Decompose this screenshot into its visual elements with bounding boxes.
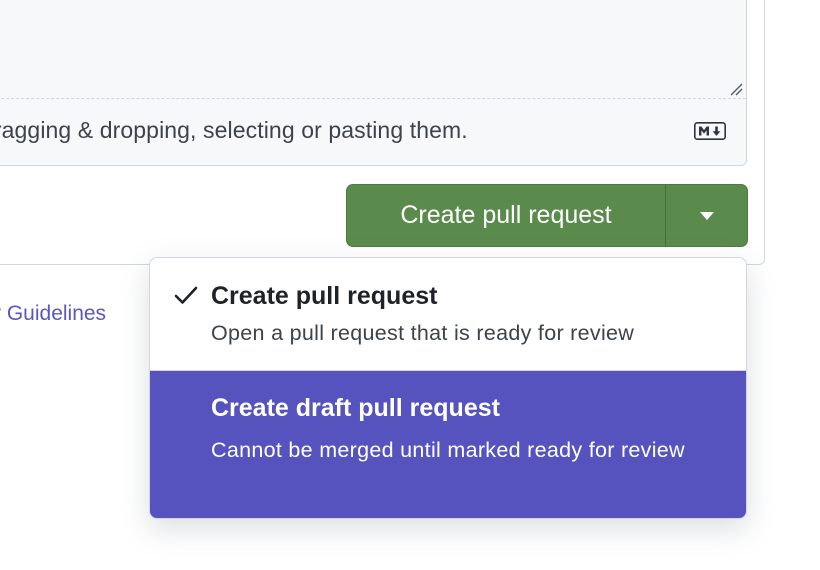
comment-editor: dragging & dropping, selecting or pastin… [0, 0, 747, 166]
create-options-menu: Create pull request Open a pull request … [149, 257, 747, 519]
community-guidelines-link-text: ity Guidelines [0, 302, 107, 325]
menu-item-title: Create draft pull request [211, 394, 500, 422]
menu-item-description: Open a pull request that is ready for re… [211, 321, 635, 345]
page: dragging & dropping, selecting or pastin… [0, 0, 820, 570]
create-pull-request-button[interactable]: Create pull request [347, 185, 665, 246]
create-options-dropdown-button[interactable] [666, 185, 747, 246]
menu-item-description: Cannot be merged until marked ready for … [211, 438, 685, 462]
markdown-icon[interactable] [694, 122, 726, 140]
community-guidelines-link[interactable]: ity Guidelines [0, 302, 106, 326]
create-pull-request-split-button: Create pull request [346, 184, 748, 247]
editor-divider [0, 98, 746, 99]
triangle-down-icon [699, 211, 714, 220]
menu-item-create-draft-pull-request[interactable]: Create draft pull request Cannot be merg… [150, 370, 746, 518]
menu-item-title: Create pull request [211, 282, 438, 310]
comment-textarea[interactable] [0, 0, 746, 98]
attach-files-hint[interactable]: dragging & dropping, selecting or pastin… [0, 117, 468, 144]
check-icon [174, 286, 198, 304]
resize-grip-icon[interactable] [729, 82, 743, 96]
menu-item-create-pull-request[interactable]: Create pull request Open a pull request … [150, 258, 746, 370]
